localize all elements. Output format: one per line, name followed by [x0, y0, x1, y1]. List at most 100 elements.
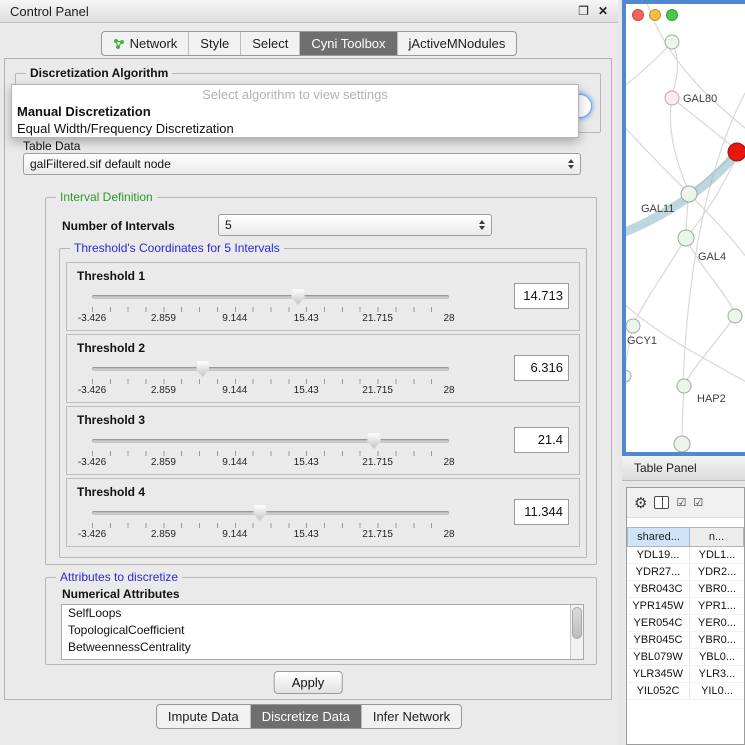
node-gcy1[interactable] [626, 319, 640, 333]
algorithm-dropdown-popup: Select algorithm to view settings Manual… [11, 84, 579, 138]
tab-label: Discretize Data [262, 709, 350, 724]
column-header-shared-name[interactable]: shared... [627, 527, 690, 547]
slider-thumb[interactable] [196, 361, 209, 377]
tab-cyni-toolbox[interactable]: Cyni Toolbox [299, 32, 396, 55]
control-panel-titlebar[interactable]: Control Panel ❐ ✕ [0, 0, 618, 23]
cell-name[interactable]: YLR3... [690, 666, 744, 682]
group-title: Interval Definition [56, 190, 157, 204]
table-row[interactable]: YDR27... YDR2... [627, 564, 744, 581]
number-of-intervals-combo[interactable]: 5 [218, 214, 492, 236]
threshold-slider[interactable] [92, 289, 449, 305]
scale-label: -3.426 [78, 385, 106, 396]
network-canvas[interactable]: GAL80 GAL11 GAL4 GCY1 HAP2 [626, 4, 745, 452]
table-row[interactable]: YBL079W YBL0... [627, 649, 744, 666]
attributes-listbox[interactable]: SelfLoops TopologicalCoefficient Between… [61, 604, 584, 660]
table-row[interactable]: YLR345W YLR3... [627, 666, 744, 683]
cell-shared-name[interactable]: YBL079W [627, 649, 690, 665]
zoom-traffic-light-icon[interactable] [666, 9, 678, 21]
node-hap2[interactable] [677, 379, 691, 393]
cell-shared-name[interactable]: YDR27... [627, 564, 690, 580]
cell-shared-name[interactable]: YIL052C [627, 683, 690, 699]
table-row[interactable]: YDL19... YDL1... [627, 547, 744, 564]
cell-shared-name[interactable]: YER054C [627, 615, 690, 631]
close-icon[interactable]: ✕ [598, 4, 608, 18]
scale-label: 15.43 [294, 385, 319, 396]
cell-name[interactable]: YPR1... [690, 598, 744, 614]
node-gal80[interactable] [665, 91, 679, 105]
dropdown-placeholder-option[interactable]: Select algorithm to view settings [12, 85, 578, 103]
group-title: Threshold's Coordinates for 5 Intervals [70, 241, 284, 255]
cell-name[interactable]: YIL0... [690, 683, 744, 699]
group-title: Discretization Algorithm [26, 66, 172, 80]
slider-track[interactable] [92, 439, 449, 443]
table-data-combo[interactable]: galFiltered.sif default node [23, 153, 581, 175]
list-item[interactable]: SelfLoops [62, 605, 583, 622]
node-gal11[interactable] [681, 186, 697, 202]
cell-name[interactable]: YBL0... [690, 649, 744, 665]
tab-discretize-data[interactable]: Discretize Data [250, 705, 361, 728]
table-row[interactable]: YIL052C YIL0... [627, 683, 744, 700]
close-traffic-light-icon[interactable] [632, 9, 644, 21]
tab-infer-network[interactable]: Infer Network [361, 705, 461, 728]
cell-shared-name[interactable]: YBR045C [627, 632, 690, 648]
tab-style[interactable]: Style [188, 32, 240, 55]
slider-track[interactable] [92, 295, 449, 299]
highlighted-edge[interactable] [626, 155, 735, 234]
network-view-window[interactable]: GAL80 GAL11 GAL4 GCY1 HAP2 [622, 0, 745, 456]
node[interactable] [665, 35, 679, 49]
slider-track[interactable] [92, 367, 449, 371]
table-gap [627, 518, 744, 527]
node-selected-red[interactable] [728, 143, 745, 161]
screen: Control Panel ❐ ✕ Network [0, 0, 745, 745]
dropdown-option-equal-width[interactable]: Equal Width/Frequency Discretization [12, 120, 578, 137]
tab-network[interactable]: Network [102, 32, 189, 55]
list-item[interactable]: BetweennessCentrality [62, 639, 583, 656]
threshold-value-field[interactable]: 6.316 [514, 355, 569, 381]
node[interactable] [626, 370, 631, 382]
threshold-value-field[interactable]: 21.4 [514, 427, 569, 453]
minimize-traffic-light-icon[interactable] [649, 9, 661, 21]
cell-name[interactable]: YDL1... [690, 547, 744, 563]
table-header-row: shared... n... [627, 527, 744, 547]
table-row[interactable]: YBR045C YBR0... [627, 632, 744, 649]
tab-select[interactable]: Select [240, 32, 299, 55]
columns-icon[interactable] [654, 496, 669, 509]
threshold-slider[interactable] [92, 433, 449, 449]
threshold-value-field[interactable]: 11.344 [514, 499, 569, 525]
cell-name[interactable]: YBR0... [690, 632, 744, 648]
threshold-slider[interactable] [92, 361, 449, 377]
tab-impute-data[interactable]: Impute Data [157, 705, 250, 728]
table-row[interactable]: YPR145W YPR1... [627, 598, 744, 615]
node[interactable] [674, 436, 690, 452]
cell-shared-name[interactable]: YLR345W [627, 666, 690, 682]
slider-thumb[interactable] [253, 505, 266, 521]
node[interactable] [728, 309, 742, 323]
table-row[interactable]: YBR043C YBR0... [627, 581, 744, 598]
dropdown-option-manual-discretization[interactable]: Manual Discretization [12, 103, 578, 120]
tab-label: Style [200, 36, 229, 51]
node-gal4[interactable] [678, 230, 694, 246]
slider-thumb[interactable] [368, 433, 381, 449]
cell-shared-name[interactable]: YPR145W [627, 598, 690, 614]
float-window-icon[interactable]: ❐ [578, 4, 589, 18]
cell-name[interactable]: YDR2... [690, 564, 744, 580]
gear-icon[interactable]: ⚙ [634, 494, 647, 512]
cell-shared-name[interactable]: YDL19... [627, 547, 690, 563]
cell-name[interactable]: YER0... [690, 615, 744, 631]
list-scrollbar[interactable] [570, 605, 583, 659]
apply-button[interactable]: Apply [274, 671, 343, 694]
slider-thumb[interactable] [291, 289, 304, 305]
column-header-name[interactable]: n... [690, 527, 744, 547]
scrollbar-thumb[interactable] [572, 607, 582, 639]
cell-name[interactable]: YBR0... [690, 581, 744, 597]
node-label: GAL4 [698, 251, 726, 263]
threshold-value-field[interactable]: 14.713 [514, 283, 569, 309]
tab-jactivemnodules[interactable]: jActiveMNodules [397, 32, 517, 55]
list-item[interactable]: TopologicalCoefficient [62, 622, 583, 639]
select-none-checkbox-icon[interactable]: ☑ [693, 496, 703, 509]
threshold-slider[interactable] [92, 505, 449, 521]
slider-track[interactable] [92, 511, 449, 515]
table-row[interactable]: YER054C YER0... [627, 615, 744, 632]
cell-shared-name[interactable]: YBR043C [627, 581, 690, 597]
select-all-checkbox-icon[interactable]: ☑ [676, 496, 686, 509]
